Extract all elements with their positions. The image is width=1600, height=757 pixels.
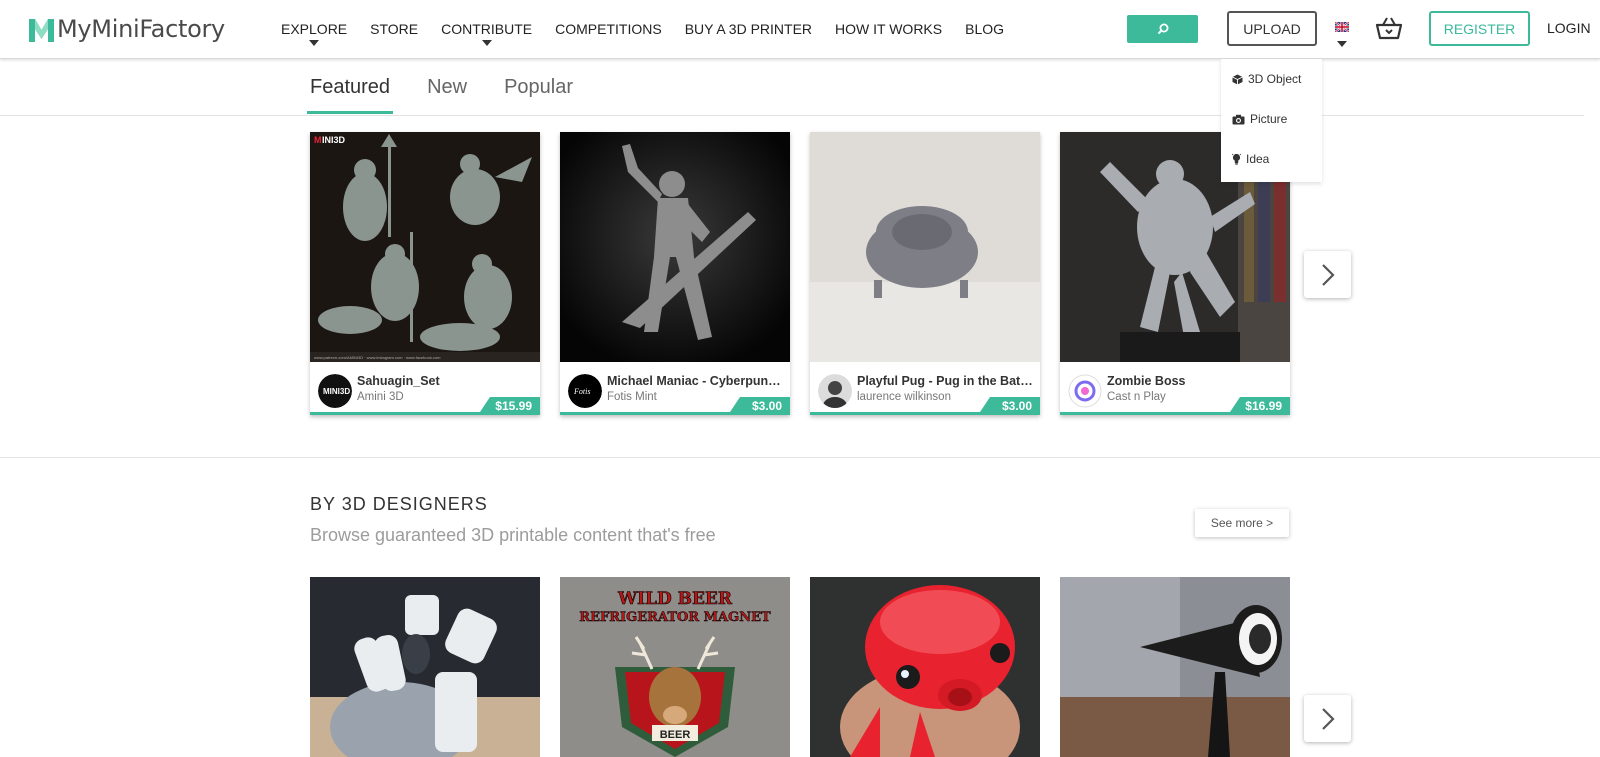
- card-title[interactable]: Playful Pug - Pug in the Bath Tub: [857, 374, 1035, 388]
- cube-icon: [1232, 74, 1243, 84]
- card-image-speaker: [1060, 577, 1290, 757]
- card-image-pug: [810, 132, 1040, 362]
- designer-avatar: [818, 374, 852, 408]
- featured-card-sahuagin[interactable]: M INI3D www.patreon.com/AMINI3D · www.in…: [310, 132, 540, 415]
- tab-new[interactable]: New: [427, 74, 467, 114]
- section-subtitle: Browse guaranteed 3D printable content t…: [310, 525, 716, 545]
- content-tabs: Featured New Popular: [306, 74, 610, 114]
- uk-flag-icon[interactable]: [1335, 22, 1349, 32]
- price-tag: $3.00: [728, 397, 790, 415]
- tab-featured[interactable]: Featured: [306, 74, 394, 114]
- site-logo[interactable]: MyMiniFactory: [29, 12, 225, 46]
- nav-competitions[interactable]: COMPETITIONS: [555, 20, 662, 40]
- card-author[interactable]: Amini 3D: [357, 391, 404, 403]
- designer-avatar: MINI3D: [318, 374, 352, 408]
- caret-down-icon: [309, 40, 320, 46]
- card-info: Playful Pug - Pug in the Bath Tub lauren…: [810, 362, 1040, 415]
- upload-idea-item[interactable]: Idea: [1232, 152, 1269, 166]
- designers-next-button[interactable]: [1304, 695, 1351, 742]
- price-tag: $3.00: [978, 397, 1040, 415]
- upload-picture-label: Picture: [1250, 112, 1288, 126]
- featured-card-playful-pug[interactable]: Playful Pug - Pug in the Bath Tub lauren…: [810, 132, 1040, 415]
- nav-store-label: STORE: [370, 21, 419, 37]
- card-title[interactable]: Michael Maniac - Cyberpunk Guitarist: [607, 374, 785, 388]
- designer-card-2[interactable]: WILD BEER REFRIGERATOR MAGNET BEER: [560, 577, 790, 757]
- nav-contribute[interactable]: CONTRIBUTE: [441, 20, 533, 46]
- nav-explore-label: EXPLORE: [281, 21, 348, 37]
- svg-text:www.patreon.com/AMINI3D · www.: www.patreon.com/AMINI3D · www.instagram.…: [314, 355, 441, 360]
- designer-avatar: [1068, 374, 1102, 408]
- card-image-octopus: [810, 577, 1040, 757]
- chevron-right-icon: [1321, 707, 1335, 730]
- camera-icon: [1232, 114, 1245, 124]
- nav-blog-label: BLOG: [965, 21, 1005, 37]
- upload-3d-object-label: 3D Object: [1248, 72, 1302, 86]
- lightbulb-icon: [1232, 153, 1241, 165]
- price-tag: $15.99: [478, 397, 540, 415]
- svg-text:INI3D: INI3D: [322, 135, 346, 145]
- register-button[interactable]: REGISTER: [1429, 11, 1530, 46]
- designer-card-3[interactable]: [810, 577, 1040, 757]
- card-author[interactable]: Fotis Mint: [607, 391, 657, 403]
- designer-avatar: Fotis: [568, 374, 602, 408]
- card-info: MINI3D Sahuagin_Set Amini 3D $15.99: [310, 362, 540, 415]
- upload-dropdown-menu: 3D Object Picture Idea: [1221, 59, 1322, 182]
- svg-text:MINI3D: MINI3D: [323, 387, 350, 396]
- card-author[interactable]: Cast n Play: [1107, 391, 1166, 403]
- card-info: Fotis Michael Maniac - Cyberpunk Guitari…: [560, 362, 790, 415]
- search-icon: [1157, 23, 1168, 35]
- card-image-beer-magnet: WILD BEER REFRIGERATOR MAGNET BEER: [560, 577, 790, 757]
- upload-button[interactable]: UPLOAD: [1227, 11, 1317, 46]
- featured-card-michael-maniac[interactable]: Fotis Michael Maniac - Cyberpunk Guitari…: [560, 132, 790, 415]
- nav-blog[interactable]: BLOG: [965, 20, 1004, 40]
- caret-down-icon: [481, 40, 492, 46]
- chevron-right-icon: [1321, 263, 1335, 286]
- nav-store[interactable]: STORE: [370, 20, 418, 40]
- upload-picture-item[interactable]: Picture: [1232, 112, 1287, 126]
- nav-how-it-works-label: HOW IT WORKS: [835, 21, 943, 37]
- card-image-sahuagin: M INI3D www.patreon.com/AMINI3D · www.in…: [310, 132, 540, 362]
- designer-card-4[interactable]: [1060, 577, 1290, 757]
- upload-idea-label: Idea: [1246, 152, 1270, 166]
- nav-buy-printer-label: BUY A 3D PRINTER: [684, 21, 813, 37]
- price-tag: $16.99: [1228, 397, 1290, 415]
- nav-how-it-works[interactable]: HOW IT WORKS: [835, 20, 942, 40]
- card-author[interactable]: laurence wilkinson: [857, 391, 951, 403]
- nav-explore[interactable]: EXPLORE: [281, 20, 348, 46]
- svg-text:M: M: [314, 135, 322, 145]
- logo-m-icon: [29, 18, 54, 42]
- magnet-badge-label: BEER: [660, 729, 691, 741]
- svg-text:Fotis: Fotis: [573, 387, 590, 396]
- main-nav: EXPLORE STORE CONTRIBUTE COMPETITIONS BU…: [281, 20, 1027, 46]
- section-divider: [0, 457, 1600, 458]
- see-more-button[interactable]: See more >: [1195, 509, 1289, 537]
- nav-contribute-label: CONTRIBUTE: [441, 21, 533, 37]
- tab-popular[interactable]: Popular: [504, 74, 573, 114]
- designer-card-1[interactable]: [310, 577, 540, 757]
- card-title[interactable]: Sahuagin_Set: [357, 374, 535, 388]
- tabs-divider: [0, 115, 1584, 116]
- login-link[interactable]: LOGIN: [1547, 20, 1591, 36]
- magnet-heading-2: REFRIGERATOR MAGNET: [579, 610, 771, 625]
- language-caret-icon[interactable]: [1337, 41, 1347, 47]
- logo-text: MyMiniFactory: [57, 15, 225, 43]
- featured-next-button[interactable]: [1304, 251, 1351, 298]
- top-header: MyMiniFactory EXPLORE STORE CONTRIBUTE C…: [0, 0, 1600, 59]
- card-image-guitarist: [560, 132, 790, 362]
- section-title: BY 3D DESIGNERS: [310, 494, 488, 514]
- nav-competitions-label: COMPETITIONS: [555, 21, 662, 37]
- card-info: Zombie Boss Cast n Play $16.99: [1060, 362, 1290, 415]
- card-image-teeth-model: [310, 577, 540, 757]
- search-button[interactable]: [1127, 15, 1198, 43]
- basket-icon[interactable]: [1375, 16, 1403, 40]
- magnet-heading-1: WILD BEER: [617, 589, 733, 609]
- upload-3d-object-item[interactable]: 3D Object: [1232, 72, 1301, 86]
- nav-buy-printer[interactable]: BUY A 3D PRINTER: [685, 20, 812, 40]
- card-title[interactable]: Zombie Boss: [1107, 374, 1285, 388]
